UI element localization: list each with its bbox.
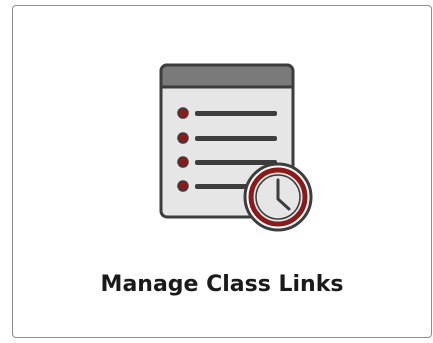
- class-links-schedule-icon: [159, 63, 313, 232]
- clock-icon: [243, 162, 313, 232]
- tile-label: Manage Class Links: [100, 272, 344, 297]
- manage-class-links-tile[interactable]: Manage Class Links: [12, 5, 432, 338]
